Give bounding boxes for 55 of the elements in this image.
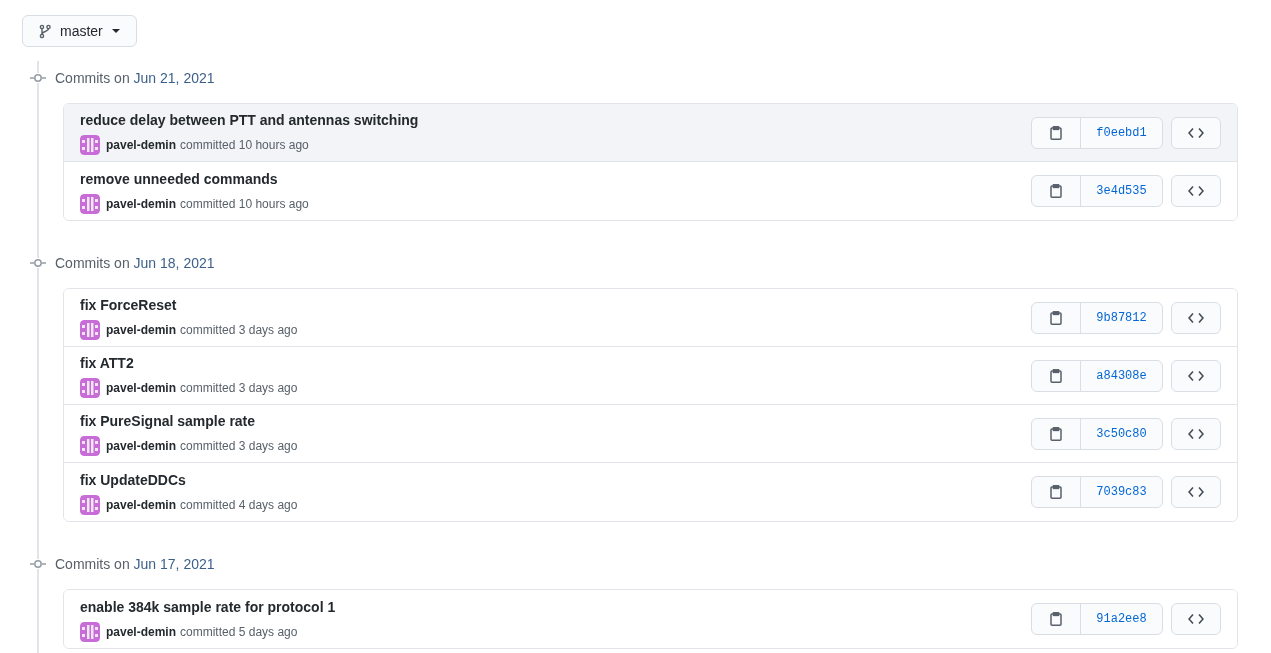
code-icon [1188,369,1204,382]
branch-select-button[interactable]: master [22,15,137,47]
browse-button[interactable] [1171,417,1221,450]
code-icon [1188,126,1204,139]
clipboard-icon [1050,612,1062,626]
commit-time: committed 3 days ago [180,322,298,338]
code-icon [1188,486,1204,498]
commit-time: committed 10 hours ago [180,137,309,153]
caret-icon [111,29,120,33]
clipboard-icon [1050,485,1062,499]
clipboard-icon [1050,426,1062,441]
clipboard-icon [1050,184,1062,198]
commit-message[interactable]: fix ForceReset [80,295,298,315]
author-link[interactable]: pavel-demin [106,496,177,513]
browse-button[interactable] [1171,116,1221,149]
author-link[interactable]: pavel-demin [106,623,177,640]
commit-time: committed 10 hours ago [180,195,309,212]
browse-button[interactable] [1171,359,1221,392]
commit-group-heading: Commits on Jun 18, 2021 [55,253,215,273]
avatar-icon [80,193,100,214]
browse-button[interactable] [1171,301,1221,334]
browse-button[interactable] [1171,175,1221,207]
avatar-icon [80,320,100,340]
code-icon [1188,613,1204,625]
commit-time: committed 5 days ago [180,623,298,640]
commit-time: committed 3 days ago [180,380,298,396]
author-link[interactable]: pavel-demin [106,322,177,338]
commit-message[interactable]: reduce delay between PTT and antennas switching [80,110,419,130]
avatar-icon [80,436,100,456]
branch-icon [39,23,51,39]
commit-message[interactable]: fix ATT2 [80,353,298,373]
avatar-icon [80,378,100,398]
author-link[interactable]: pavel-demin [106,438,177,454]
commit-message[interactable]: fix UpdateDDCs [80,469,298,490]
author-link[interactable]: pavel-demin [106,137,177,153]
commit-message[interactable]: enable 384k sample rate for protocol 1 [80,596,336,617]
clipboard-icon [1050,368,1062,383]
browse-button[interactable] [1171,476,1221,508]
avatar-icon [80,494,100,515]
author-link[interactable]: pavel-demin [106,195,177,212]
author-link[interactable]: pavel-demin [106,380,177,396]
code-icon [1188,185,1204,197]
code-icon [1188,311,1204,324]
commit-time: committed 4 days ago [180,496,298,513]
code-icon [1188,427,1204,440]
browse-button[interactable] [1171,603,1221,635]
clipboard-icon [1050,310,1062,325]
commit-group-heading: Commits on Jun 17, 2021 [55,554,215,574]
commit-time: committed 3 days ago [180,438,298,454]
avatar-icon [80,621,100,642]
clipboard-icon [1050,125,1062,140]
avatar-icon [80,135,100,155]
commit-message[interactable]: fix PureSignal sample rate [80,411,298,431]
commit-group-heading: Commits on Jun 21, 2021 [55,68,215,88]
commit-message[interactable]: remove unneeded commands [80,168,309,189]
